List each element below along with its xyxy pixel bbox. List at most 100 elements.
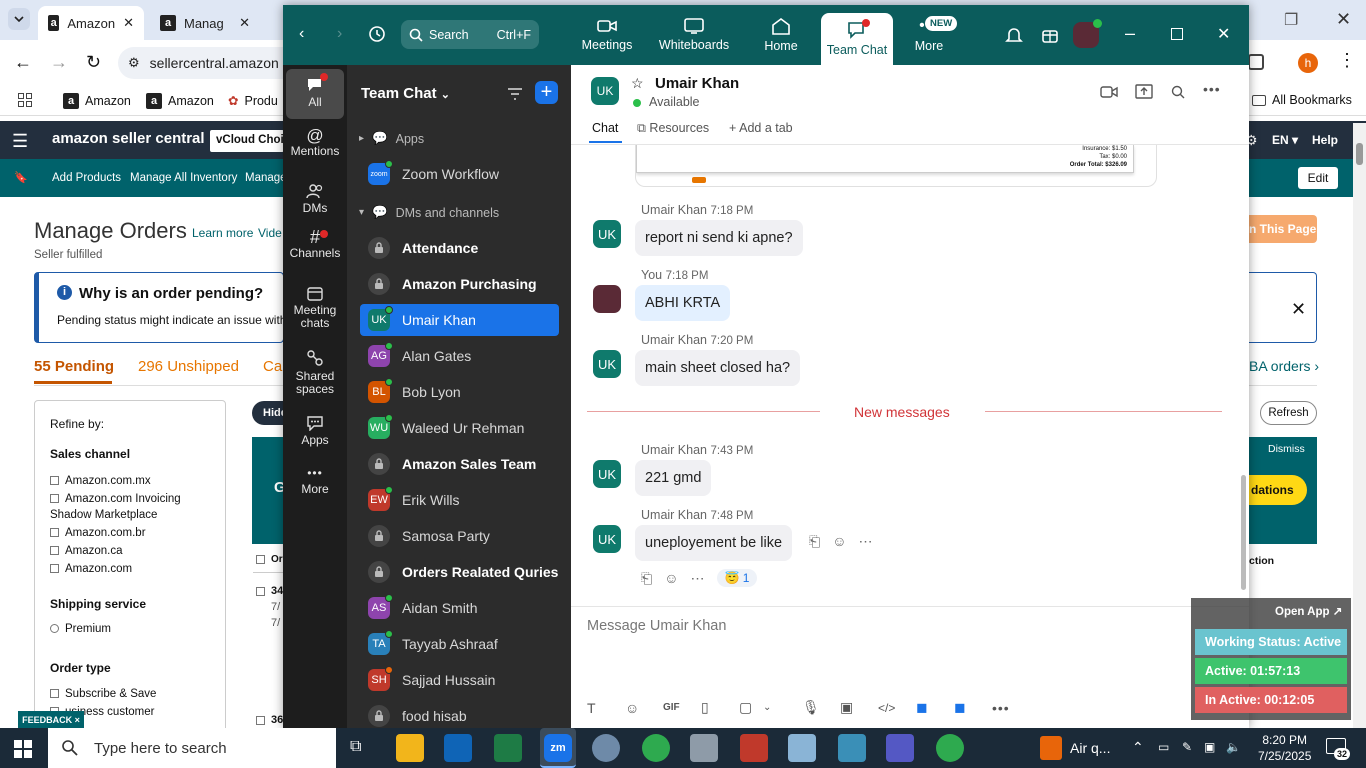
message-bubble[interactable]: main sheet closed ha?: [635, 350, 801, 386]
list-item[interactable]: Orders Realated Quries: [360, 556, 559, 588]
bookmark-icon[interactable]: 🔖: [14, 171, 28, 184]
tab-unshipped[interactable]: 296 Unshipped: [138, 358, 239, 375]
add-reaction-icon[interactable]: ☺: [664, 570, 678, 586]
list-item[interactable]: TA Tayyab Ashraaf: [360, 628, 559, 660]
recommendations-button[interactable]: dations: [1249, 475, 1307, 505]
profile-avatar[interactable]: h: [1298, 53, 1318, 73]
amazon-seller-central-logo[interactable]: amazon seller central: [52, 130, 205, 147]
list-item[interactable]: Attendance: [360, 232, 559, 264]
task-view-icon[interactable]: ⧉: [350, 738, 361, 756]
nav-whiteboards[interactable]: Whiteboards: [657, 5, 731, 65]
code-snippet-icon[interactable]: </>: [878, 701, 916, 715]
nav-add-products[interactable]: Add Products: [52, 172, 121, 184]
all-bookmarks[interactable]: All Bookmarks: [1252, 93, 1352, 107]
order-receipt-image[interactable]: Insurance: $1.50 Tax: $0.00 Order Total:…: [635, 145, 1157, 187]
list-item[interactable]: UK Umair Khan: [360, 304, 559, 336]
chevron-down-icon[interactable]: ⌄: [763, 702, 802, 713]
more-options-icon[interactable]: •••: [1203, 81, 1221, 97]
open-app-link[interactable]: Open App ↗: [1275, 604, 1342, 618]
microphone-icon[interactable]: 🎙: [802, 699, 840, 716]
list-item[interactable]: Samosa Party: [360, 520, 559, 552]
nav-meetings[interactable]: Meetings: [577, 5, 637, 65]
user-avatar[interactable]: [1073, 19, 1102, 48]
message-bubble[interactable]: ABHI KRTA: [635, 285, 731, 321]
message-bubble[interactable]: report ni send ki apne?: [635, 220, 803, 256]
tray-chevron-icon[interactable]: ⌃: [1132, 739, 1144, 756]
rail-shared-spaces[interactable]: Shared spaces: [286, 349, 344, 396]
apps-box-icon[interactable]: [1041, 26, 1059, 44]
channel-checkbox[interactable]: Amazon.com Invoicing Shadow Marketplace: [50, 491, 215, 523]
text-format-icon[interactable]: T: [587, 700, 625, 716]
rail-meeting-chats[interactable]: Meeting chats: [286, 285, 344, 330]
rail-mentions[interactable]: @ Mentions: [286, 127, 344, 158]
sender-avatar[interactable]: UK: [593, 350, 621, 378]
refresh-button[interactable]: Refresh: [1260, 401, 1317, 425]
minimize-icon[interactable]: –: [1125, 23, 1135, 44]
more-icon[interactable]: •••: [992, 700, 1030, 716]
tab-chat[interactable]: Chat: [592, 121, 618, 135]
app-icon[interactable]: [838, 734, 866, 762]
extensions-icon[interactable]: [1248, 54, 1264, 70]
taskbar-search[interactable]: Type here to search: [48, 728, 336, 768]
my-avatar[interactable]: [593, 285, 621, 313]
bell-icon[interactable]: [1005, 26, 1023, 44]
sender-avatar[interactable]: UK: [593, 460, 621, 488]
help-link[interactable]: Help: [1312, 133, 1338, 147]
bookmark-amazon-1[interactable]: a Amazon: [63, 93, 131, 109]
page-scrollbar[interactable]: [1353, 123, 1366, 728]
tab-fba-orders[interactable]: BA orders ›: [1249, 358, 1319, 374]
hide-button[interactable]: Hide: [252, 401, 287, 425]
row-checkbox[interactable]: [256, 715, 265, 725]
message-bubble[interactable]: uneployement be like: [635, 525, 793, 561]
filter-icon[interactable]: [507, 87, 523, 101]
nav-team-chat[interactable]: Team Chat: [821, 13, 893, 65]
emoji-icon[interactable]: ☺: [625, 700, 663, 716]
feedback-button[interactable]: FEEDBACK ×: [18, 711, 84, 728]
dismiss-link[interactable]: Dismiss: [1268, 443, 1305, 455]
screenshot-icon[interactable]: ▢: [739, 699, 763, 716]
message-bubble[interactable]: 221 gmd: [635, 460, 712, 496]
clock[interactable]: 8:20 PM 7/25/2025: [1258, 732, 1311, 764]
teams-icon[interactable]: [886, 734, 914, 762]
premium-radio[interactable]: Premium: [50, 623, 111, 635]
forward-icon[interactable]: →: [50, 52, 68, 73]
contact-avatar[interactable]: UK: [591, 77, 619, 105]
list-item[interactable]: Amazon Purchasing: [360, 268, 559, 300]
filezilla-icon[interactable]: [740, 734, 768, 762]
app-icon[interactable]: [592, 734, 620, 762]
restore-window-icon[interactable]: ❐: [1284, 10, 1298, 30]
list-item[interactable]: WU Waleed Ur Rehman: [360, 412, 559, 444]
nav-more[interactable]: ••• More: [909, 5, 949, 65]
video-link[interactable]: Vide: [258, 226, 282, 240]
excel-icon[interactable]: [494, 734, 522, 762]
add-tab-button[interactable]: + Add a tab: [729, 121, 793, 135]
sender-avatar[interactable]: UK: [593, 525, 621, 553]
rail-more[interactable]: ••• More: [286, 467, 344, 496]
close-icon[interactable]: ✕: [1217, 24, 1230, 44]
video-clip-icon[interactable]: ▣: [840, 699, 878, 716]
reply-icon[interactable]: ⎗: [809, 533, 820, 550]
list-item[interactable]: AG Alan Gates: [360, 340, 559, 372]
app-icon[interactable]: [788, 734, 816, 762]
browser-tab-manage[interactable]: a Manag ✕: [150, 6, 260, 40]
rail-channels[interactable]: # Channels: [286, 228, 344, 260]
message-input[interactable]: Message Umair Khan: [587, 618, 726, 634]
outlook-icon[interactable]: [444, 734, 472, 762]
address-bar[interactable]: ⚙ sellercentral.amazon: [118, 47, 298, 79]
more-icon[interactable]: ⋯: [859, 533, 873, 550]
history-icon[interactable]: [367, 24, 387, 44]
close-icon[interactable]: ✕: [1291, 299, 1306, 320]
list-item-zoom-workflow[interactable]: zoom Zoom Workflow: [360, 158, 559, 190]
more-icon[interactable]: ⋯: [691, 570, 705, 587]
file-explorer-icon[interactable]: [396, 734, 424, 762]
rail-dms[interactable]: DMs: [286, 183, 344, 215]
menu-icon[interactable]: ⋮: [1338, 50, 1356, 71]
rail-all[interactable]: All: [286, 69, 344, 119]
zoom-taskbar-icon[interactable]: zm: [540, 728, 576, 768]
nav-manage-inventory[interactable]: Manage All Inventory: [130, 172, 237, 184]
forward-icon[interactable]: ›: [337, 25, 342, 43]
windows-start-icon[interactable]: [14, 740, 32, 758]
close-window-icon[interactable]: ✕: [1336, 9, 1351, 30]
battery-icon[interactable]: ▭: [1158, 740, 1169, 754]
sender-avatar[interactable]: UK: [593, 220, 621, 248]
